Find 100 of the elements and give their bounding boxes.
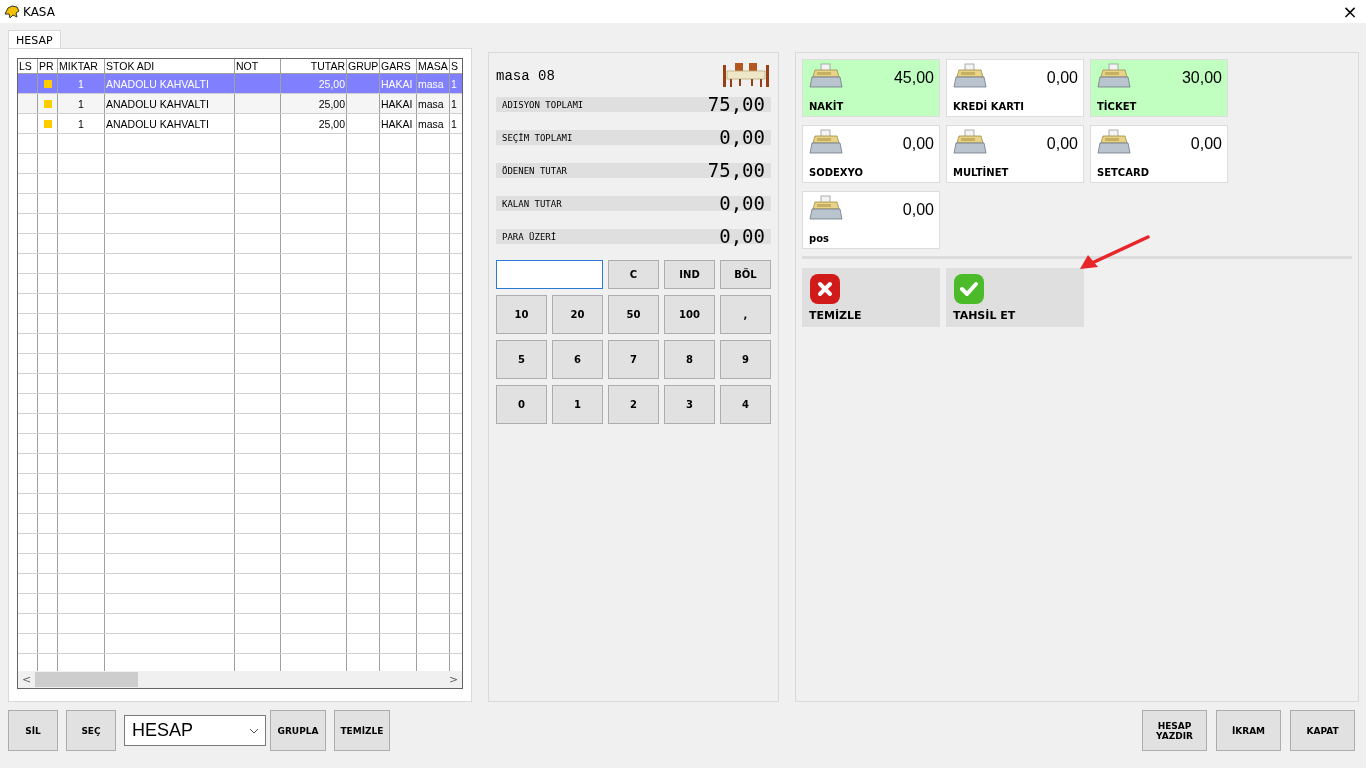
payment-amount: 0,00 [1046,69,1078,87]
payment-name: NAKİT [809,101,845,112]
payment-amount: 0,00 [902,135,934,153]
payment-amount: 30,00 [1181,69,1222,87]
payment-amount: 0,00 [902,201,934,219]
table-row[interactable]: 1 ANADOLU KAHVALTI 25,00 HAKAI masa 1 [18,114,462,134]
scroll-right-button[interactable]: > [445,673,462,686]
payment-tile[interactable]: 0,00 MULTİNET [946,125,1084,183]
toolbar-button[interactable]: HESAP YAZDIR [1142,710,1207,751]
table-cell: ANADOLU KAHVALTI [106,77,209,90]
toolbar-button[interactable]: SİL [8,710,58,751]
column-header[interactable]: S [450,59,462,73]
group-dropdown[interactable]: HESAP [124,715,266,746]
dining-table-icon [721,62,771,88]
payment-amount: 45,00 [893,69,934,87]
payment-tile[interactable]: 0,00 pos [802,191,940,249]
payment-tile[interactable]: 45,00 NAKİT [802,59,940,117]
column-header[interactable]: GRUP [347,59,380,73]
cash-register-icon [1097,129,1131,155]
action-button[interactable]: TAHSİL ET [946,268,1084,327]
payment-amount: 0,00 [1190,135,1222,153]
keypad-key[interactable]: IND [664,260,715,289]
keypad-key[interactable]: 7 [608,340,659,379]
table-cell: ANADOLU KAHVALTI [106,97,209,110]
cash-register-icon [1097,63,1131,89]
payment-tile[interactable]: 30,00 TİCKET [1090,59,1228,117]
keypad-key[interactable]: 8 [664,340,715,379]
keypad-key[interactable]: 6 [552,340,603,379]
toolbar-button[interactable]: SEÇ [66,710,116,751]
keypad-key[interactable]: 50 [608,295,659,334]
keypad-key[interactable]: 10 [496,295,547,334]
cash-register-icon [809,195,843,221]
close-icon [809,273,841,305]
keypad-key[interactable]: 3 [664,385,715,424]
table-cell: 1 [451,97,457,110]
total-label: KALAN TUTAR [501,198,562,209]
action-button[interactable]: TEMİZLE [802,268,940,327]
payment-name: KREDİ KARTI [953,101,1026,112]
keypad-key[interactable]: C [608,260,659,289]
cash-register-icon [953,63,987,89]
toolbar-button[interactable]: GRUPLA [270,710,326,751]
column-header[interactable]: MIKTAR [58,59,105,73]
keypad-key[interactable]: 4 [720,385,771,424]
cash-register-icon [809,129,843,155]
amount-input[interactable] [496,260,603,289]
chevron-down-icon [249,727,259,734]
total-label: ÖDENEN TUTAR [501,165,568,176]
keypad-key[interactable]: 100 [664,295,715,334]
table-cell: HAKAI [381,117,413,130]
table-row[interactable]: 1 ANADOLU KAHVALTI 25,00 HAKAI masa 1 [18,94,462,114]
total-label: SEÇİM TOPLAMI [501,132,573,143]
table-cell: 1 [78,117,84,130]
column-header[interactable]: GARS [380,59,417,73]
annotation-arrow [1078,235,1150,271]
horizontal-scrollbar[interactable]: < > [18,671,462,688]
table-cell: 1 [451,117,457,130]
column-header[interactable]: LS [18,59,38,73]
table-cell: 1 [78,77,84,90]
keypad-key[interactable]: 5 [496,340,547,379]
scrollbar-thumb[interactable] [35,672,138,687]
column-header[interactable]: STOK ADI [105,59,235,73]
payment-name: SODEXYO [809,167,864,178]
total-value: 75,00 [707,163,766,178]
total-value: 75,00 [707,97,766,112]
payment-tile[interactable]: 0,00 KREDİ KARTI [946,59,1084,117]
total-label: ADISYON TOPLAMI [501,99,584,110]
keypad-key[interactable]: 20 [552,295,603,334]
payment-amount: 0,00 [1046,135,1078,153]
keypad-key[interactable]: 0 [496,385,547,424]
table-cell: masa [418,77,444,90]
window-title: KASA [23,4,56,19]
table-cell: masa [418,97,444,110]
table-cell: 25,00 [318,77,345,90]
column-header[interactable]: NOT [235,59,281,73]
close-button[interactable]: × [1340,1,1360,22]
keypad-key[interactable]: 1 [552,385,603,424]
table-cell: 25,00 [318,97,345,110]
payment-tile[interactable]: 0,00 SODEXYO [802,125,940,183]
column-header[interactable]: PR [38,59,58,73]
keypad-key[interactable]: BÖL [720,260,771,289]
check-icon [953,273,985,305]
table-cell: ANADOLU KAHVALTI [106,117,209,130]
keypad-key[interactable]: 2 [608,385,659,424]
payment-tile[interactable]: 0,00 SETCARD [1090,125,1228,183]
keypad-key[interactable]: 9 [720,340,771,379]
tab[interactable]: HESAP [8,30,61,48]
total-value: 0,00 [719,130,766,145]
table-cell: HAKAI [381,97,413,110]
scroll-left-button[interactable]: < [18,673,35,686]
toolbar-button[interactable]: KAPAT [1290,710,1355,751]
total-label: PARA ÜZERİ [501,231,557,242]
toolbar-button[interactable]: TEMİZLE [334,710,390,751]
toolbar-button[interactable]: İKRAM [1216,710,1281,751]
payment-name: TİCKET [1097,101,1138,112]
column-header[interactable]: MASA [417,59,450,73]
column-header[interactable]: TUTAR [281,59,347,73]
keypad-key[interactable]: , [720,295,771,334]
payment-name: MULTİNET [953,167,1010,178]
table-cell: 1 [451,77,457,90]
payment-name: SETCARD [1097,167,1150,178]
